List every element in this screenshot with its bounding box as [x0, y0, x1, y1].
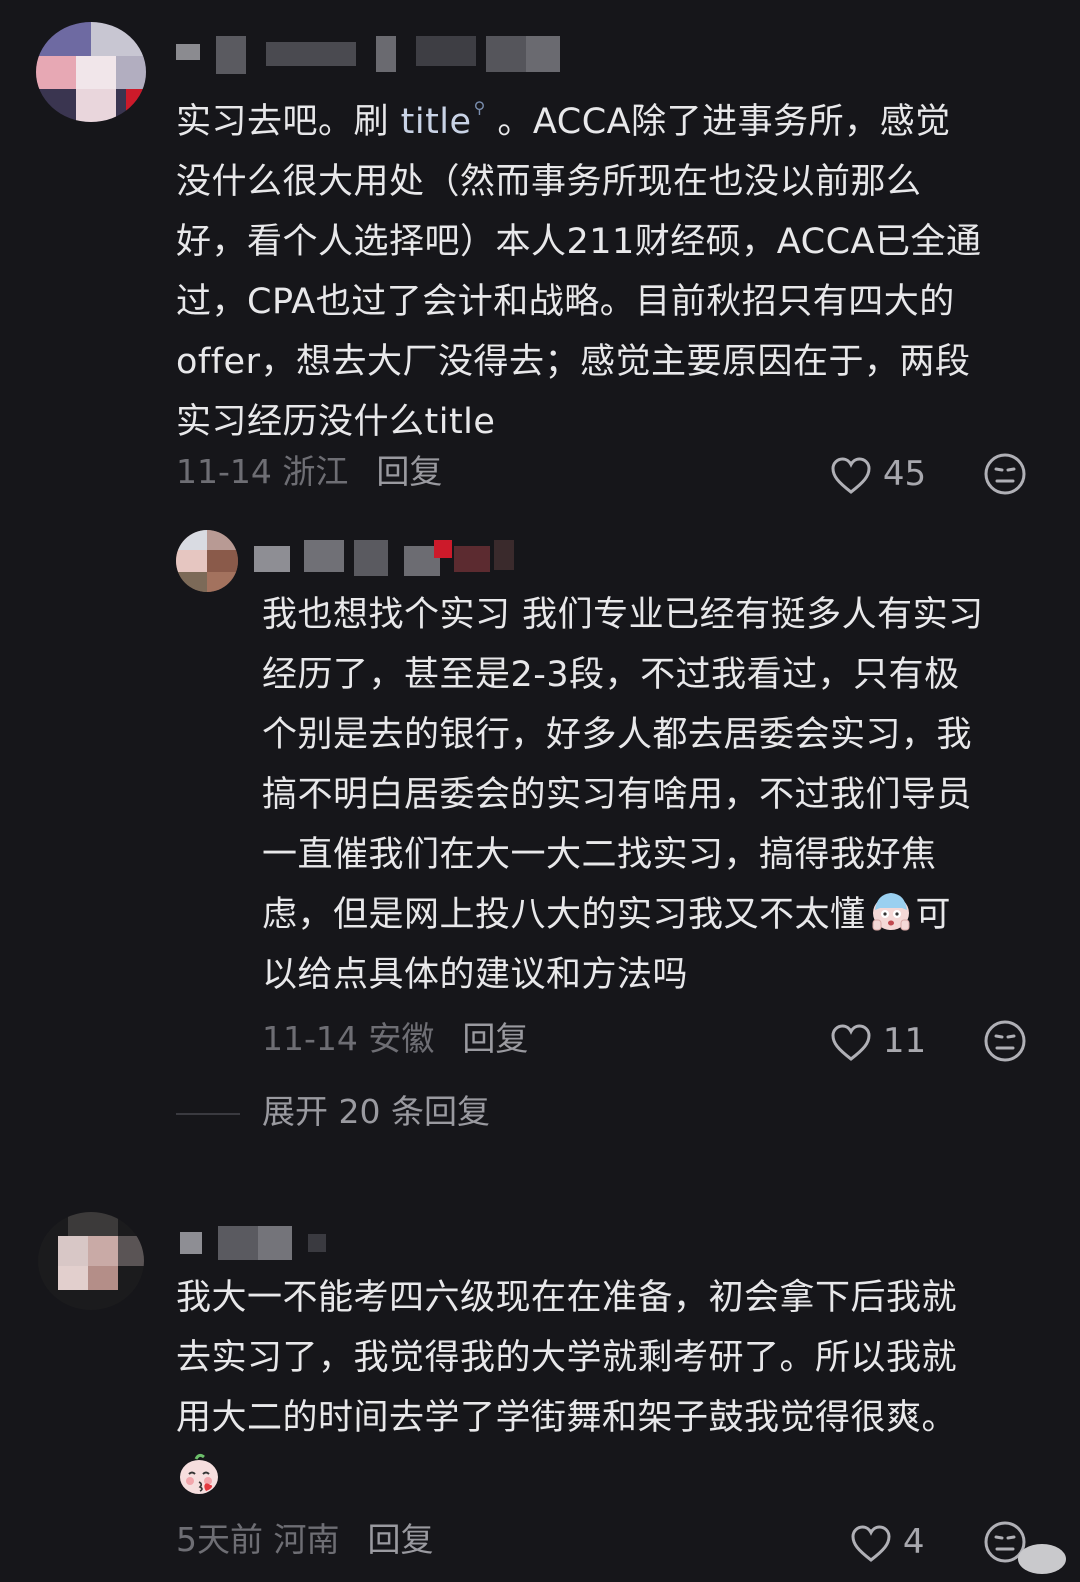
app-watermark-logo [1018, 1544, 1066, 1574]
date-location: 11-14 浙江 [176, 452, 349, 491]
comment-meta: 5天前 河南 回复 [176, 1518, 434, 1562]
comment-line: 实习经历没什么title [176, 402, 496, 442]
comment-line: 实习去吧。刷 title ⚲ 。ACCA除了进事务所，感觉 [176, 78, 1046, 152]
comment-line: 我也想找个实习 我们专业已经有挺多人有实习 [262, 595, 984, 635]
comment-meta: 11-14 浙江 回复 [176, 450, 442, 494]
heart-outline-icon [851, 1524, 891, 1562]
dislike-face-icon [984, 1020, 1026, 1062]
reply-button[interactable]: 回复 [368, 1520, 434, 1559]
comment-line: 搞不明白居委会的实习有啥用，不过我们导员 [262, 775, 973, 815]
dislike-face-icon [984, 453, 1026, 495]
blushing-face-emoji [180, 1453, 218, 1494]
date-location: 5天前 河南 [176, 1520, 340, 1559]
avatar[interactable] [36, 22, 146, 122]
like-count: 45 [882, 454, 927, 494]
divider [176, 1112, 240, 1115]
comment-line: offer，想去大厂没得去；感觉主要原因在于，两段 [176, 342, 971, 382]
scared-face-emoji [872, 893, 910, 931]
dislike-button[interactable] [983, 452, 1027, 496]
comment-text: 我大一不能考四六级现在在准备，初会拿下后我就 去实习了，我觉得我的大学就剩考研了… [176, 1268, 1046, 1508]
expand-replies-button[interactable]: 展开 20 条回复 [176, 1090, 490, 1134]
username-redacted[interactable] [254, 540, 514, 580]
avatar[interactable] [38, 1212, 144, 1310]
comment-line: 经历了，甚至是2-3段，不过我看过，只有极 [262, 655, 960, 695]
date-location: 11-14 安徽 [262, 1019, 435, 1058]
comment-line: 以给点具体的建议和方法吗 [262, 955, 689, 995]
like-count: 4 [902, 1522, 925, 1562]
comment-line: 没什么很大用处（然而事务所现在也没以前那么 [176, 162, 922, 202]
expand-replies-label[interactable]: 展开 20 条回复 [262, 1092, 490, 1131]
comment-line: 我大一不能考四六级现在在准备，初会拿下后我就 [176, 1278, 958, 1318]
comment-line: 用大二的时间去学了学街舞和架子鼓我觉得很爽。 [176, 1398, 958, 1438]
like-button[interactable]: 11 [830, 1019, 926, 1063]
search-icon[interactable]: ⚲ [474, 78, 486, 138]
comment-text: 我也想找个实习 我们专业已经有挺多人有实习 经历了，甚至是2-3段，不过我看过，… [262, 585, 1052, 1005]
heart-outline-icon [831, 1023, 871, 1061]
comment-line: 个别是去的银行，好多人都去居委会实习，我 [262, 715, 973, 755]
reply-button[interactable]: 回复 [376, 452, 442, 491]
comment-line [176, 1448, 1046, 1508]
avatar[interactable] [176, 530, 238, 592]
comment-line: 好，看个人选择吧）本人211财经硕，ACCA已全通 [176, 222, 982, 262]
like-button[interactable]: 45 [830, 452, 926, 496]
comment-text: 实习去吧。刷 title ⚲ 。ACCA除了进事务所，感觉 没什么很大用处（然而事… [176, 78, 1046, 452]
reply-button[interactable]: 回复 [462, 1019, 528, 1058]
comment-meta: 11-14 安徽 回复 [262, 1017, 528, 1061]
comment-line: 虑，但是网上投八大的实习我又不太懂可 [262, 885, 1052, 945]
search-keyword-link[interactable]: title [401, 102, 472, 142]
like-count: 11 [882, 1021, 927, 1061]
username-redacted[interactable] [180, 1226, 330, 1266]
username-redacted[interactable] [176, 36, 566, 76]
comment-line: 去实习了，我觉得我的大学就剩考研了。所以我就 [176, 1338, 958, 1378]
heart-outline-icon [831, 456, 871, 494]
dislike-button[interactable] [983, 1019, 1027, 1063]
comment-line: 过，CPA也过了会计和战略。目前秋招只有四大的 [176, 282, 955, 322]
like-button[interactable]: 4 [850, 1520, 924, 1564]
comment-line: 一直催我们在大一大二找实习，搞得我好焦 [262, 835, 937, 875]
